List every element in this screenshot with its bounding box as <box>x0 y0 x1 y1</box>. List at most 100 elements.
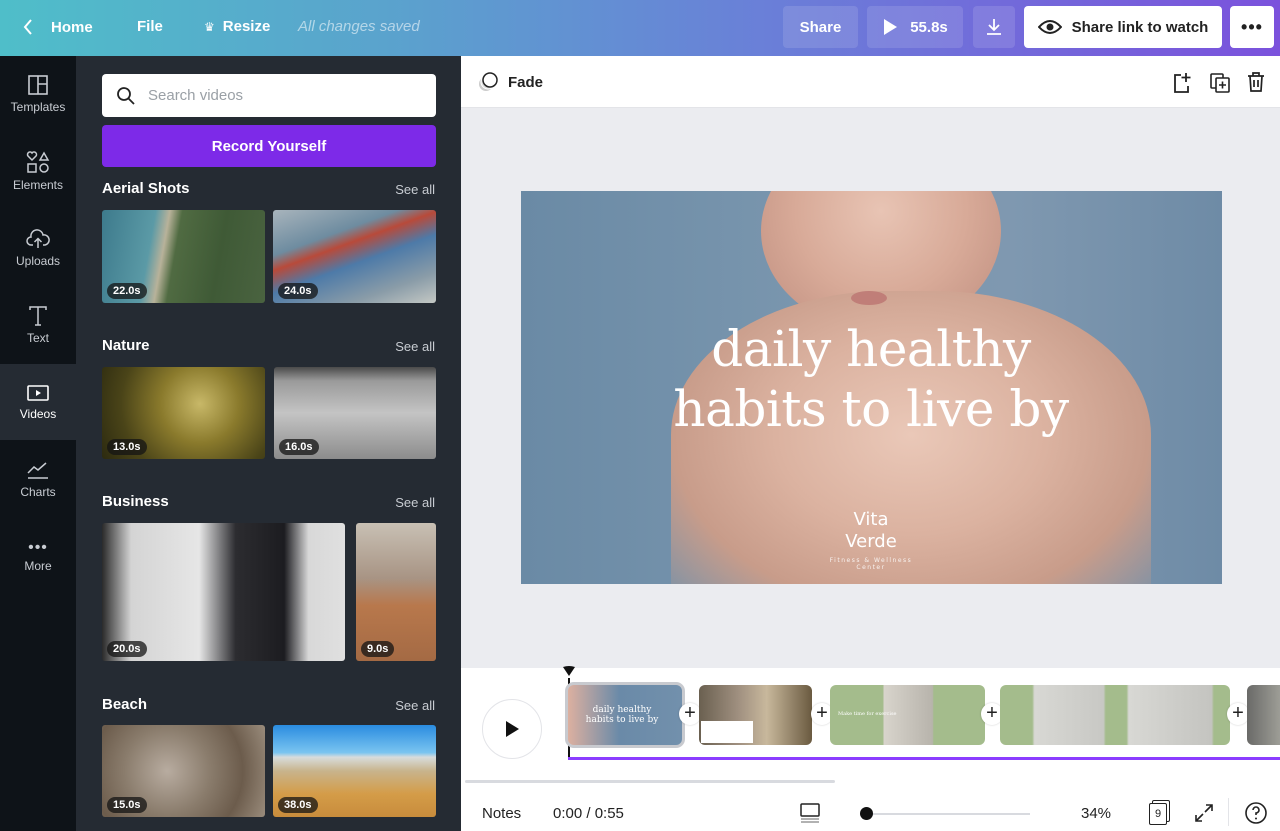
zoom-slider-thumb[interactable] <box>860 807 873 820</box>
duplicate-page-icon[interactable] <box>1209 72 1231 94</box>
crown-icon: ♛ <box>204 19 215 34</box>
headline-line-2: habits to live by <box>673 380 1069 438</box>
slide-brand[interactable]: Vita Verde Fitness & Wellness Center <box>821 509 921 571</box>
video-duration: 13.0s <box>107 439 147 455</box>
video-duration: 22.0s <box>107 283 147 299</box>
see-all-beach[interactable]: See all <box>395 698 435 713</box>
playhead[interactable] <box>562 664 576 678</box>
video-duration: 15.0s <box>107 797 147 813</box>
video-thumb[interactable]: 13.0s <box>102 367 265 459</box>
rail-label: Elements <box>12 178 64 192</box>
rail-item-elements[interactable]: Elements <box>0 133 76 209</box>
timeline: daily healthy habits to live by + + Make… <box>461 666 1280 831</box>
brand-line-1: Vita <box>853 509 889 530</box>
more-horizontal-icon: ••• <box>1241 16 1263 37</box>
videos-icon <box>27 385 49 401</box>
video-thumb[interactable]: 24.0s <box>273 210 436 303</box>
trash-icon[interactable] <box>1246 71 1266 93</box>
record-yourself-button[interactable]: Record Yourself <box>102 125 436 167</box>
slide-headline[interactable]: daily healthy habits to live by <box>661 319 1081 439</box>
section-title-aerial: Aerial Shots <box>102 180 190 197</box>
timeline-scrollbar[interactable] <box>465 780 835 783</box>
home-button[interactable]: Home <box>22 18 93 36</box>
timeline-clip[interactable] <box>699 685 812 745</box>
rail-label: Uploads <box>15 254 61 268</box>
video-duration: 20.0s <box>107 641 147 657</box>
rail-label: Charts <box>20 485 56 499</box>
time-readout: 0:00 / 0:55 <box>553 805 624 822</box>
video-thumb[interactable]: 22.0s <box>102 210 265 303</box>
video-thumb[interactable]: 38.0s <box>273 725 436 817</box>
video-thumb[interactable]: 16.0s <box>274 367 436 459</box>
transition-button[interactable]: Fade <box>477 71 543 93</box>
lips-image <box>851 291 887 305</box>
video-thumb[interactable]: 15.0s <box>102 725 265 817</box>
share-button[interactable]: Share <box>783 6 858 48</box>
timeline-clip[interactable]: Make time for exercise <box>830 685 985 745</box>
download-button[interactable] <box>973 6 1015 48</box>
download-icon <box>987 19 1001 35</box>
side-rail: Templates Elements Uploads Text Videos C… <box>0 56 76 831</box>
fullscreen-icon[interactable] <box>1193 802 1215 824</box>
see-all-nature[interactable]: See all <box>395 339 435 354</box>
charts-icon <box>27 462 48 479</box>
rail-item-videos[interactable]: Videos <box>0 364 76 440</box>
timeline-clip[interactable] <box>1000 685 1230 745</box>
zoom-level[interactable]: 34% <box>1081 805 1111 822</box>
slide-canvas[interactable]: daily healthy habits to live by Vita Ver… <box>521 191 1222 584</box>
timeline-play-button[interactable] <box>482 699 542 759</box>
share-link-button[interactable]: Share link to watch <box>1024 6 1222 48</box>
eye-icon <box>1037 20 1062 34</box>
page-count-button[interactable]: 9 <box>1149 800 1171 826</box>
playhead-marker-icon <box>563 666 575 676</box>
rail-label: Text <box>26 331 49 345</box>
present-button[interactable]: 55.8s <box>867 6 963 48</box>
timeline-footer: Notes 0:00 / 0:55 34% 9 <box>461 796 1280 831</box>
rail-label: Templates <box>10 100 66 114</box>
notes-button[interactable]: Notes <box>482 805 521 822</box>
video-duration: 24.0s <box>278 283 318 299</box>
rail-item-templates[interactable]: Templates <box>0 56 76 132</box>
timeline-clip-selected[interactable]: daily healthy habits to live by <box>565 682 685 748</box>
more-options-button[interactable]: ••• <box>1230 6 1274 48</box>
video-duration: 9.0s <box>361 641 395 657</box>
rail-item-uploads[interactable]: Uploads <box>0 210 76 286</box>
see-all-aerial[interactable]: See all <box>395 182 435 197</box>
divider <box>1228 798 1229 826</box>
search-input[interactable] <box>148 87 408 104</box>
timeline-view-icon[interactable] <box>800 802 820 824</box>
help-icon[interactable] <box>1244 801 1268 825</box>
clip-label: Make time for exercise <box>838 711 897 717</box>
play-icon <box>506 721 519 737</box>
home-label: Home <box>51 18 93 36</box>
timeline-clip[interactable] <box>1247 685 1280 745</box>
rail-label: More <box>24 559 52 573</box>
add-clip-button[interactable]: + <box>679 703 701 725</box>
rail-item-text[interactable]: Text <box>0 287 76 363</box>
search-box[interactable] <box>102 74 436 117</box>
add-clip-button[interactable]: + <box>1227 703 1249 725</box>
rail-item-more[interactable]: ••• More <box>0 518 76 594</box>
top-bar: Home File ♛ Resize All changes saved Sha… <box>0 0 1280 56</box>
add-page-icon[interactable] <box>1173 72 1193 94</box>
brand-line-2: Verde <box>845 531 897 552</box>
text-icon <box>29 306 47 326</box>
more-icon: ••• <box>28 539 48 556</box>
resize-button[interactable]: ♛ Resize <box>204 18 270 35</box>
uploads-icon <box>26 229 50 248</box>
clip-label: daily healthy habits to live by <box>585 705 659 725</box>
transition-icon <box>479 72 498 91</box>
file-menu[interactable]: File <box>137 18 163 35</box>
brand-sub-1: Fitness & Wellness <box>829 557 913 564</box>
play-icon <box>884 19 898 35</box>
rail-item-charts[interactable]: Charts <box>0 441 76 517</box>
page-count: 9 <box>1149 803 1167 825</box>
see-all-business[interactable]: See all <box>395 495 435 510</box>
edit-toolbar: Fade <box>461 56 1280 108</box>
video-thumb[interactable]: 20.0s <box>102 523 345 661</box>
templates-icon <box>28 75 48 95</box>
zoom-slider[interactable] <box>860 807 1030 821</box>
video-thumb[interactable]: 9.0s <box>356 523 436 661</box>
share-link-label: Share link to watch <box>1071 18 1209 36</box>
video-duration: 16.0s <box>279 439 319 455</box>
